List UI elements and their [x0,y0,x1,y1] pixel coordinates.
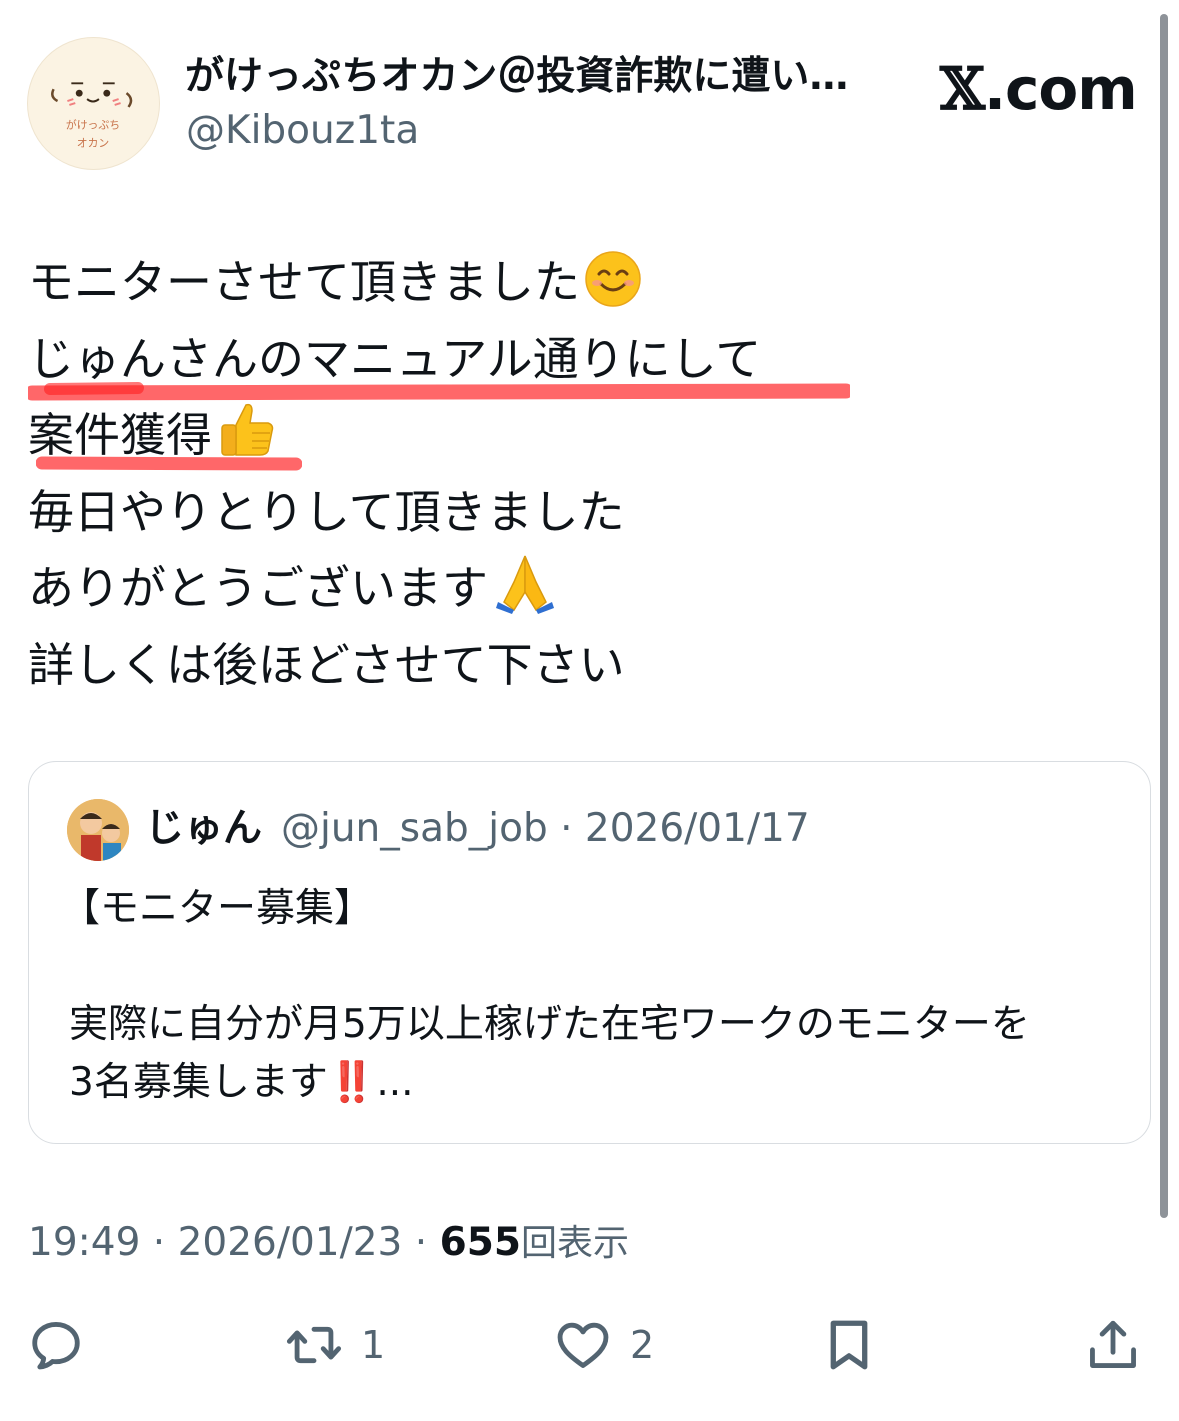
quote-line: 実際に自分が月5万以上稼げた在宅ワークのモニターを [69,1002,1030,1047]
thumbs-up-emoji [221,403,274,456]
quote-author-avatar[interactable] [67,799,129,861]
quoted-tweet-card[interactable]: じゅん @jun_sab_job · 2026/01/17 【モニター募集】 実… [28,761,1151,1144]
avatar-illustration [67,799,129,861]
bookmark-icon [830,1320,868,1370]
share-button[interactable] [1084,1310,1142,1380]
retweet-button[interactable]: 1 [285,1310,385,1380]
author-avatar[interactable]: がけっぷち オカン [27,37,160,170]
view-count-label: 回表示 [520,1223,629,1264]
svg-text:がけっぷち: がけっぷち [66,118,120,132]
smiling-face-emoji [585,251,641,307]
x-logo-icon: 𝕏 [940,55,985,123]
quote-line: 3名募集します‼️... [69,1060,414,1105]
bookmark-button[interactable] [820,1310,878,1380]
retweet-count: 1 [361,1323,386,1367]
tweet-text: モニターさせて頂きました じゅんさんのマニュアル通りにして 案件獲得 毎日やりと… [28,244,761,703]
quote-title: 【モニター募集】 [61,886,374,931]
like-count: 2 [630,1323,655,1367]
folded-hands-emoji [496,555,554,614]
tweet-line: ありがとうございます [28,550,761,627]
reply-button[interactable] [27,1310,85,1380]
tweet-meta: 19:49 · 2026/01/23 · 655回表示 [28,1217,629,1270]
author-handle[interactable]: @Kibouz1ta [186,108,419,154]
quote-text: 【モニター募集】 実際に自分が月5万以上稼げた在宅ワークのモニターを 3名募集し… [61,880,1030,1112]
quote-author-meta[interactable]: @jun_sab_job · 2026/01/17 [281,804,810,854]
x-com-logo: 𝕏.com [940,55,1138,123]
tweet-line: モニターさせて頂きました [28,244,761,321]
quote-author-name[interactable]: じゅん [145,804,262,854]
reply-icon [32,1322,80,1370]
tweet-line: 案件獲得 [28,397,761,474]
tweet-line: 毎日やりとりして頂きました [28,484,625,539]
avatar-illustration: がけっぷち オカン [51,82,133,149]
svg-text:オカン: オカン [77,136,109,149]
tweet-timestamp[interactable]: 19:49 · 2026/01/23 · [28,1220,440,1265]
author-display-name[interactable]: がけっぷちオカン＠投資詐欺に遭い… [185,52,915,102]
share-icon [1090,1320,1136,1368]
like-button[interactable]: 2 [554,1310,654,1380]
scrollbar[interactable] [1160,14,1168,1218]
heart-icon [557,1322,609,1368]
retweet-icon [286,1326,342,1364]
view-count: 655 [439,1220,521,1265]
double-exclamation-emoji: ‼️ [327,1060,377,1105]
tweet-line: じゅんさんのマニュアル通りにして [28,331,762,386]
x-domain-text: .com [984,55,1138,123]
ellipsis: ... [376,1060,414,1105]
tweet-line: 詳しくは後ほどさせて下さい [28,637,625,692]
